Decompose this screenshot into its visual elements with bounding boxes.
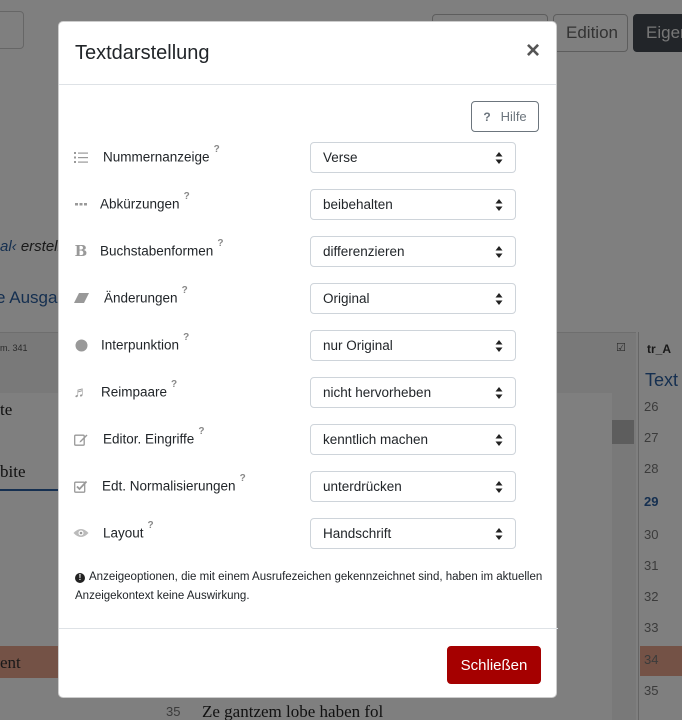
help-marker-icon[interactable]: ? bbox=[184, 191, 190, 202]
help-marker-icon[interactable]: ? bbox=[240, 473, 246, 484]
option-row-reimpaare: ♬ Reimpaare? nicht hervorheben bbox=[59, 377, 558, 408]
option-select-buchstabenformen[interactable]: differenzieren bbox=[310, 236, 516, 267]
option-row-buchstabenformen: B Buchstabenformen? differenzieren bbox=[59, 236, 558, 267]
select-value: Handschrift bbox=[323, 526, 392, 541]
option-label: Änderungen? bbox=[104, 285, 188, 306]
select-arrows-icon bbox=[495, 434, 503, 446]
dialog-title: Textdarstellung bbox=[75, 41, 210, 64]
option-row-aenderungen: Änderungen? Original bbox=[59, 283, 558, 314]
select-value: Original bbox=[323, 291, 370, 306]
help-marker-icon[interactable]: ? bbox=[182, 285, 188, 296]
exclamation-circle-icon: ! bbox=[75, 573, 85, 583]
info-note: ! Anzeigeoptionen, die mit einem Ausrufez… bbox=[75, 568, 545, 606]
select-arrows-icon bbox=[495, 528, 503, 540]
option-label: Abkürzungen? bbox=[100, 191, 190, 212]
option-select-reimpaare[interactable]: nicht hervorheben bbox=[310, 377, 516, 408]
option-label: Interpunktion? bbox=[101, 332, 190, 353]
option-select-editor-eingriffe[interactable]: kenntlich machen bbox=[310, 424, 516, 455]
option-row-abkuerzungen: Abkürzungen? beibehalten bbox=[59, 189, 558, 220]
check-square-icon bbox=[73, 478, 89, 494]
option-select-nummernanzeige[interactable]: Verse bbox=[310, 142, 516, 173]
option-label: Layout? bbox=[103, 520, 154, 541]
select-arrows-icon bbox=[495, 152, 503, 164]
select-value: unterdrücken bbox=[323, 479, 402, 494]
help-marker-icon[interactable]: ? bbox=[183, 332, 189, 343]
option-select-aenderungen[interactable]: Original bbox=[310, 283, 516, 314]
question-icon: ? bbox=[483, 109, 491, 124]
help-button-label: Hilfe bbox=[500, 109, 527, 124]
option-row-normalisierungen: Edt. Normalisierungen? unterdrücken bbox=[59, 471, 558, 502]
option-row-interpunktion: Interpunktion? nur Original bbox=[59, 330, 558, 361]
help-marker-icon[interactable]: ? bbox=[217, 238, 223, 249]
close-button[interactable]: Schließen bbox=[447, 646, 541, 684]
select-value: differenzieren bbox=[323, 244, 405, 259]
select-value: nur Original bbox=[323, 338, 393, 353]
option-label: Nummernanzeige? bbox=[103, 144, 220, 165]
option-label: Edt. Normalisierungen? bbox=[102, 473, 246, 494]
option-select-abkuerzungen[interactable]: beibehalten bbox=[310, 189, 516, 220]
select-arrows-icon bbox=[495, 340, 503, 352]
help-marker-icon[interactable]: ? bbox=[148, 520, 154, 531]
circle-icon bbox=[73, 337, 89, 353]
text-display-dialog: Textdarstellung × ? Hilfe Nummernanzeige… bbox=[58, 21, 558, 698]
select-arrows-icon bbox=[495, 293, 503, 305]
select-arrows-icon bbox=[495, 246, 503, 258]
select-arrows-icon bbox=[495, 387, 503, 399]
help-marker-icon[interactable]: ? bbox=[171, 379, 177, 390]
music-note-icon: ♬ bbox=[73, 383, 89, 401]
option-select-layout[interactable]: Handschrift bbox=[310, 518, 516, 549]
dialog-header: Textdarstellung × bbox=[59, 22, 556, 85]
option-select-normalisierungen[interactable]: unterdrücken bbox=[310, 471, 516, 502]
help-marker-icon[interactable]: ? bbox=[214, 144, 220, 155]
eye-icon bbox=[73, 525, 89, 541]
option-label: Reimpaare? bbox=[101, 379, 178, 400]
select-value: beibehalten bbox=[323, 197, 393, 212]
select-arrows-icon bbox=[495, 199, 503, 211]
eraser-icon bbox=[73, 290, 89, 306]
edit-icon bbox=[73, 431, 89, 447]
option-row-editor-eingriffe: Editor. Eingriffe? kenntlich machen bbox=[59, 424, 558, 455]
list-numbered-icon bbox=[73, 149, 89, 165]
ellipsis-icon bbox=[73, 196, 89, 212]
dialog-footer: Schließen bbox=[59, 628, 558, 698]
help-marker-icon[interactable]: ? bbox=[198, 426, 204, 437]
bold-b-icon: B bbox=[74, 242, 88, 260]
select-value: nicht hervorheben bbox=[323, 385, 432, 400]
info-note-text: Anzeigeoptionen, die mit einem Ausrufeze… bbox=[75, 571, 543, 602]
option-row-layout: Layout? Handschrift bbox=[59, 518, 558, 549]
close-icon[interactable]: × bbox=[526, 39, 540, 67]
option-select-interpunktion[interactable]: nur Original bbox=[310, 330, 516, 361]
option-label: Buchstabenformen? bbox=[100, 238, 224, 259]
select-arrows-icon bbox=[495, 481, 503, 493]
option-label: Editor. Eingriffe? bbox=[103, 426, 205, 447]
select-value: kenntlich machen bbox=[323, 432, 429, 447]
help-button[interactable]: ? Hilfe bbox=[471, 101, 539, 132]
select-value: Verse bbox=[323, 150, 358, 165]
option-row-nummernanzeige: Nummernanzeige? Verse bbox=[59, 142, 558, 173]
